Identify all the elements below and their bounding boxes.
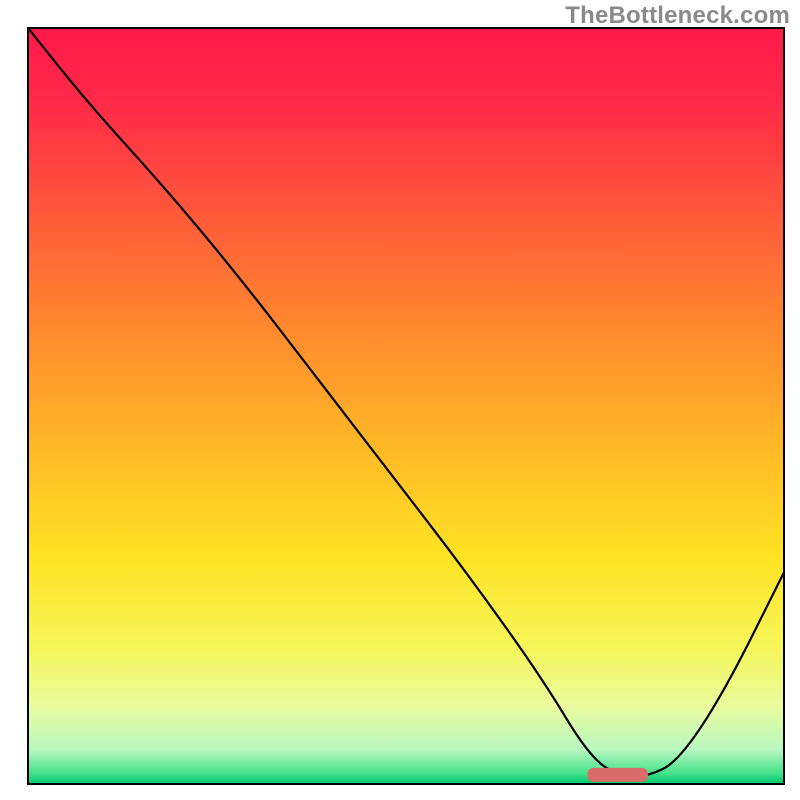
chart-background	[28, 28, 784, 784]
optimal-range-marker	[587, 768, 647, 782]
bottleneck-chart	[0, 0, 800, 800]
chart-frame: TheBottleneck.com	[0, 0, 800, 800]
